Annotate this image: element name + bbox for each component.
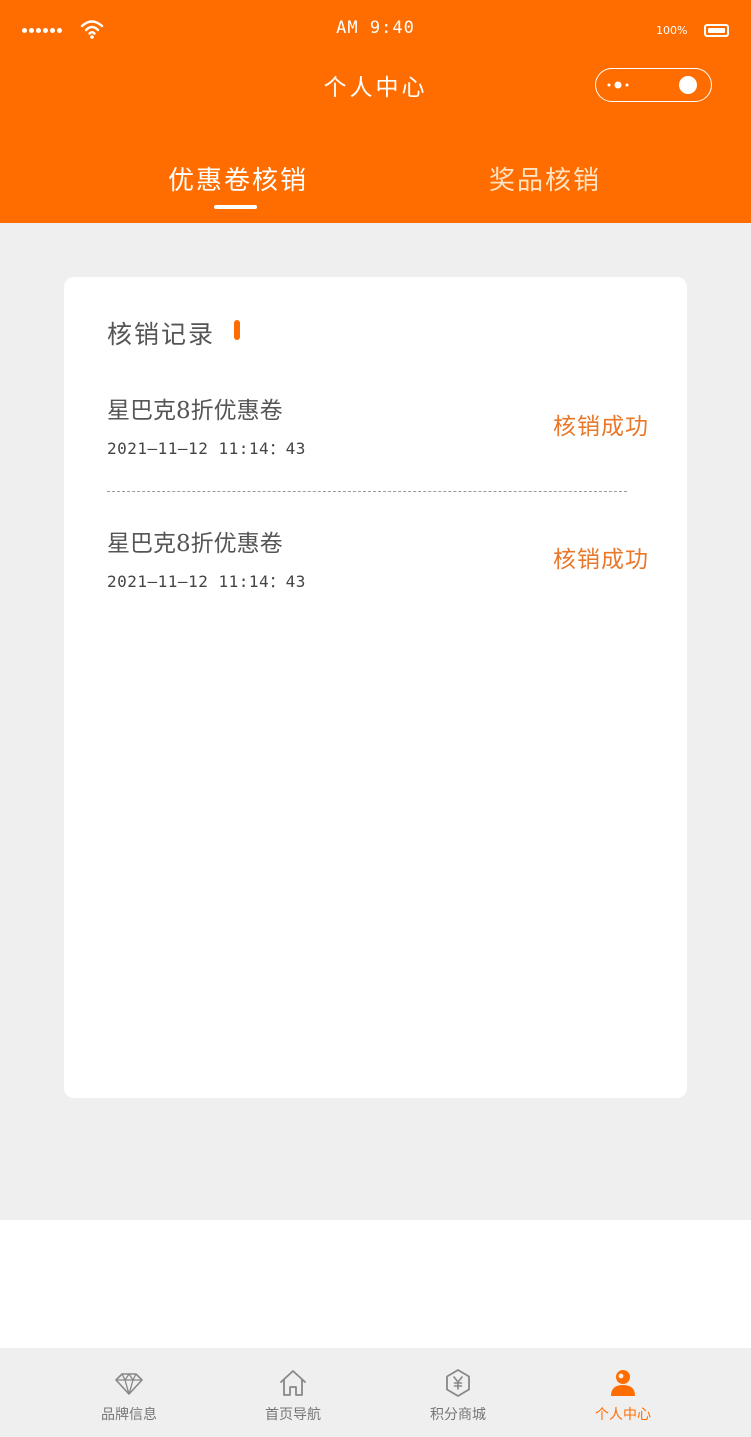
nav-home[interactable]: 首页导航 <box>228 1348 358 1437</box>
status-badge: 核销成功 <box>553 414 649 440</box>
list-item[interactable]: 星巴克8折优惠卷 2021—11—12 11:14：43 核销成功 <box>107 524 649 604</box>
status-time: AM 9:40 <box>336 18 415 38</box>
nav-label: 首页导航 <box>265 1407 321 1423</box>
content-area: 核销记录 星巴克8折优惠卷 2021—11—12 11:14：43 核销成功 星… <box>0 223 751 1220</box>
nav-points-mall[interactable]: 积分商城 <box>393 1348 523 1437</box>
status-badge: 核销成功 <box>553 547 649 573</box>
nav-label: 积分商城 <box>430 1407 486 1423</box>
dashed-divider <box>107 491 627 492</box>
diamond-icon <box>115 1373 143 1395</box>
yen-hexagon-icon <box>446 1369 470 1397</box>
title-accent-bar <box>234 320 240 340</box>
record-time: 2021—11—12 11:14：43 <box>107 572 306 591</box>
bottom-tabbar: 品牌信息 首页导航 积分商城 个人中心 <box>0 1348 751 1437</box>
close-capsule-icon[interactable] <box>679 76 697 94</box>
list-item[interactable]: 星巴克8折优惠卷 2021—11—12 11:14：43 核销成功 <box>107 391 649 471</box>
header-bar: AM 9:40 100% 个人中心 优惠卷核销 奖品核销 <box>0 0 751 223</box>
records-card: 核销记录 星巴克8折优惠卷 2021—11—12 11:14：43 核销成功 星… <box>64 277 687 1098</box>
nav-label: 个人中心 <box>595 1407 651 1423</box>
battery-icon <box>704 24 729 37</box>
card-title: 核销记录 <box>107 320 216 349</box>
active-tab-indicator <box>214 205 257 209</box>
record-time: 2021—11—12 11:14：43 <box>107 439 306 458</box>
record-name: 星巴克8折优惠卷 <box>107 398 283 424</box>
tab-prize-verify[interactable]: 奖品核销 <box>489 160 601 197</box>
mini-program-capsule[interactable] <box>595 68 712 102</box>
home-icon <box>280 1370 306 1396</box>
nav-label: 品牌信息 <box>101 1407 157 1423</box>
record-name: 星巴克8折优惠卷 <box>107 531 283 557</box>
user-icon <box>611 1370 635 1396</box>
more-icon[interactable] <box>606 80 632 90</box>
battery-percent: 100% <box>656 24 688 37</box>
tab-coupon-verify[interactable]: 优惠卷核销 <box>168 160 308 197</box>
nav-personal-center[interactable]: 个人中心 <box>558 1348 688 1437</box>
nav-brand-info[interactable]: 品牌信息 <box>64 1348 194 1437</box>
